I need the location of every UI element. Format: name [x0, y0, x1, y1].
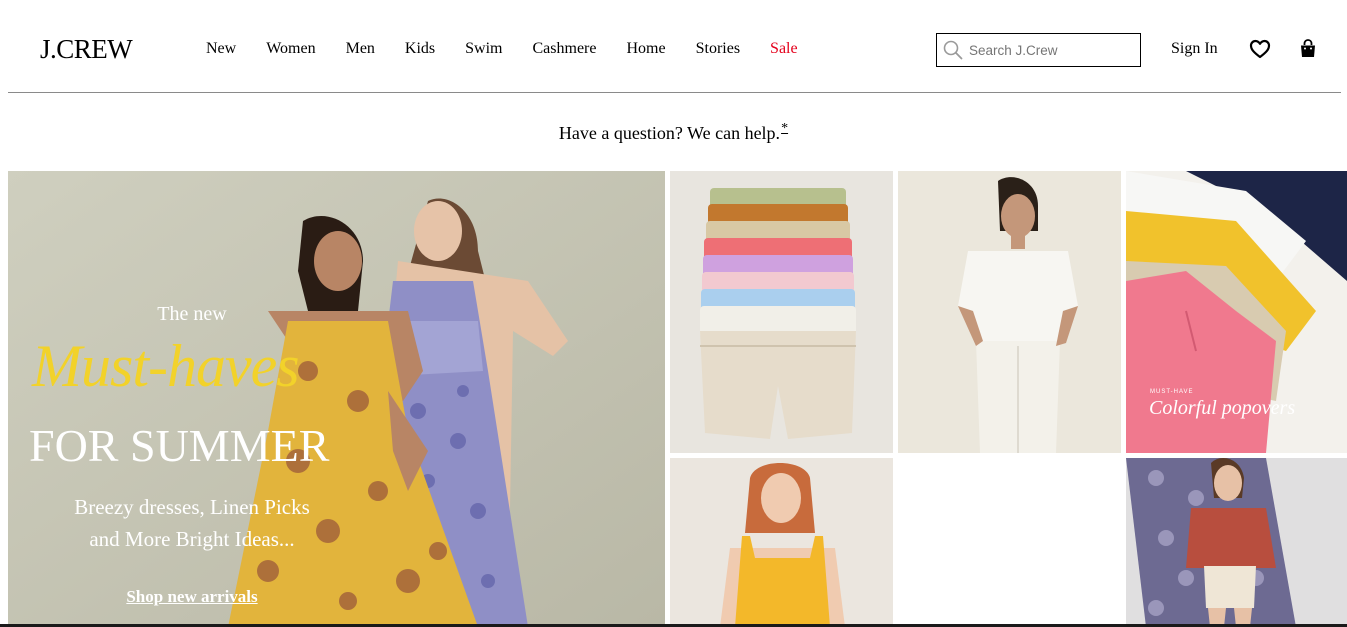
- hero-subtitle-line-1: Breezy dresses, Linen Picks: [74, 495, 310, 519]
- yellow-tank-image: [670, 458, 893, 627]
- search-icon[interactable]: [942, 39, 964, 61]
- red-blouse-tile[interactable]: [1126, 458, 1347, 627]
- nav-item-swim[interactable]: Swim: [465, 38, 502, 60]
- hero-copy: The new Must-haves FOR SUMMER Breezy dre…: [8, 171, 388, 627]
- search-input[interactable]: [969, 42, 1129, 58]
- hero-subtitle-line-2: and More Bright Ideas...: [89, 527, 295, 551]
- help-text: Have a question? We can help.: [558, 123, 781, 143]
- shorts-stack-tile[interactable]: [670, 171, 893, 453]
- yellow-tank-tile[interactable]: [670, 458, 893, 627]
- shopping-bag-icon[interactable]: [1298, 38, 1318, 60]
- colorful-popovers-tile[interactable]: MUST-HAVE Colorful popovers: [1126, 171, 1347, 453]
- nav-item-men[interactable]: Men: [346, 38, 375, 60]
- site-header: J.CREW New Women Men Kids Swim Cashmere …: [0, 0, 1347, 93]
- nav-item-home[interactable]: Home: [626, 38, 665, 60]
- nav-item-women[interactable]: Women: [266, 38, 315, 60]
- hero-kicker: The new: [157, 303, 227, 325]
- shorts-stack-image: [670, 171, 893, 453]
- hero-banner[interactable]: The new Must-haves FOR SUMMER Breezy dre…: [8, 171, 665, 627]
- hero-script-title: Must-haves: [32, 333, 300, 399]
- red-blouse-image: [1126, 458, 1347, 627]
- white-linen-image: [898, 171, 1121, 453]
- nav-item-stories[interactable]: Stories: [696, 38, 740, 60]
- help-footnote-link[interactable]: *: [781, 121, 788, 136]
- jcrew-logo[interactable]: J.CREW: [40, 34, 133, 64]
- nav-item-sale[interactable]: Sale: [770, 38, 798, 60]
- sign-in-link[interactable]: Sign In: [1171, 38, 1218, 60]
- help-banner: Have a question? We can help.*: [0, 120, 1347, 149]
- search-box[interactable]: [936, 33, 1141, 67]
- tops-label: Colorful popovers: [1149, 397, 1296, 419]
- nav-item-kids[interactable]: Kids: [405, 38, 435, 60]
- heart-icon[interactable]: [1249, 38, 1271, 60]
- empty-tile: [898, 458, 1121, 627]
- white-linen-tile[interactable]: [898, 171, 1121, 453]
- nav-item-new[interactable]: New: [206, 38, 236, 60]
- shop-new-arrivals-link[interactable]: Shop new arrivals: [8, 587, 376, 607]
- nav-item-cashmere[interactable]: Cashmere: [533, 38, 597, 60]
- hero-headline: FOR SUMMER: [29, 420, 330, 471]
- tops-tag: MUST-HAVE: [1150, 389, 1194, 395]
- main-nav: New Women Men Kids Swim Cashmere Home St…: [206, 38, 798, 60]
- header-divider: [8, 92, 1341, 93]
